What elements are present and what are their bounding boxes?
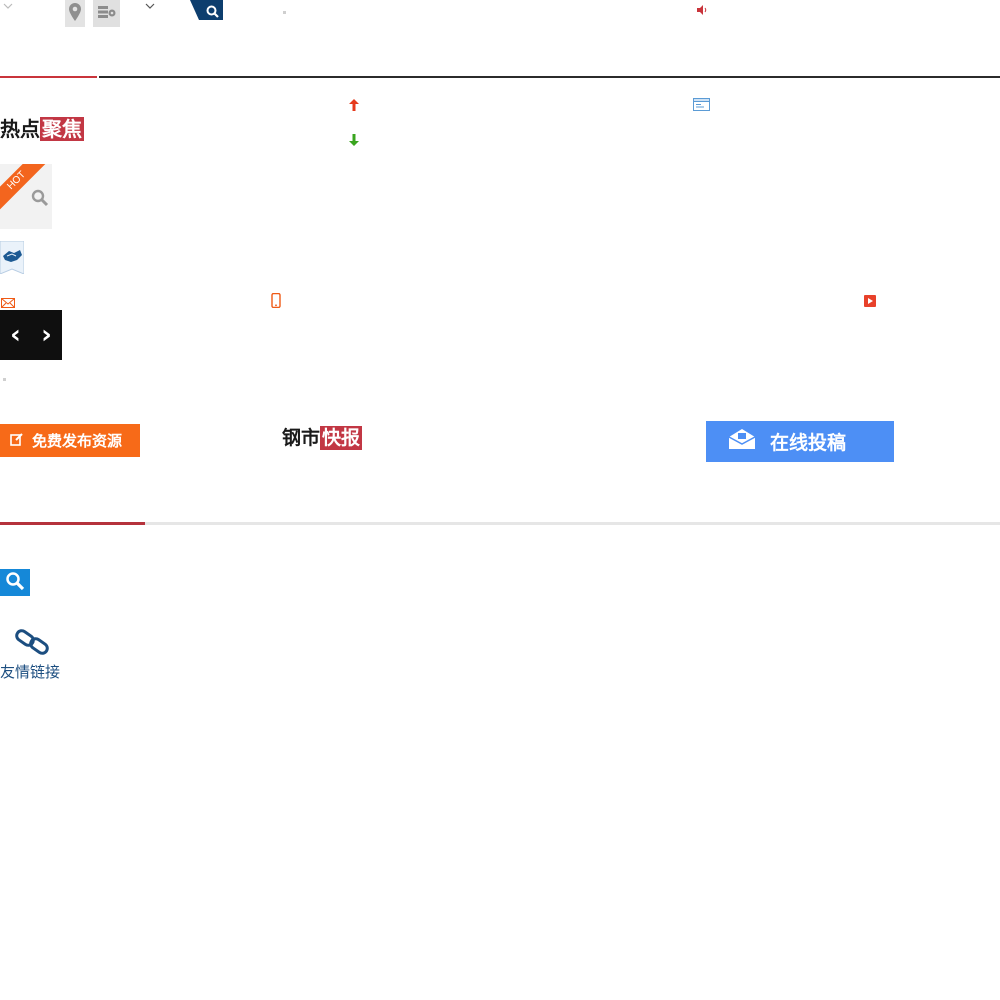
section-divider [145, 522, 1000, 525]
map-pin-icon [69, 2, 81, 25]
arrow-up-icon[interactable] [349, 96, 359, 115]
chevron-down-icon[interactable] [145, 3, 155, 13]
carousel-next-button[interactable]: › [41, 320, 52, 350]
stack-icon [97, 4, 117, 23]
window-icon[interactable] [693, 96, 710, 115]
divider-dot [283, 11, 286, 14]
online-submit-button[interactable]: 在线投稿 [706, 421, 894, 462]
link-icon [14, 627, 52, 661]
steel-news-heading-text: 钢市 [282, 427, 321, 449]
mobile-icon[interactable] [271, 292, 281, 312]
edit-icon [10, 432, 24, 450]
hot-focus-heading-text: 热点 [0, 117, 40, 141]
search-icon [206, 3, 219, 22]
online-submit-label: 在线投稿 [770, 432, 847, 454]
friendly-links-label[interactable]: 友情链接 [0, 661, 60, 682]
hot-focus-heading: 热点 聚焦 [0, 117, 84, 141]
free-publish-label: 免费发布资源 [32, 432, 123, 450]
hot-focus-heading-badge: 聚焦 [40, 117, 84, 141]
steel-news-heading-badge: 快报 [320, 426, 363, 450]
envelope-icon [728, 428, 756, 455]
speaker-icon [697, 0, 708, 19]
category-button[interactable] [93, 0, 120, 27]
chevron-down-icon[interactable] [3, 3, 13, 13]
section-active-indicator [0, 522, 145, 525]
location-button[interactable] [65, 0, 85, 27]
search-button[interactable] [0, 569, 30, 596]
nav-divider [99, 76, 1000, 78]
arrow-down-icon[interactable] [349, 131, 359, 150]
handshake-icon[interactable] [0, 240, 25, 275]
hot-search-box[interactable]: HOT [0, 164, 52, 229]
carousel-controls: ‹ › [0, 310, 62, 360]
steel-news-heading: 钢市 快报 [282, 426, 363, 450]
nav-active-indicator [0, 76, 97, 78]
search-icon [31, 189, 49, 211]
search-icon [5, 571, 25, 595]
play-icon[interactable] [864, 292, 876, 311]
divider-dot [3, 378, 6, 381]
carousel-prev-button[interactable]: ‹ [10, 320, 21, 350]
search-button[interactable] [190, 0, 223, 20]
free-publish-button[interactable]: 免费发布资源 [0, 424, 140, 457]
